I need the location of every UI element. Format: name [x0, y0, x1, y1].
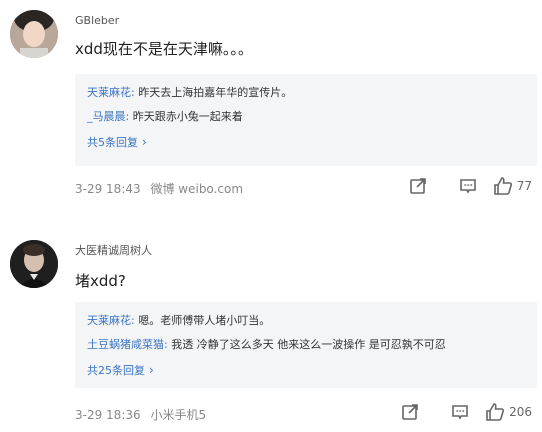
- share-button[interactable]: [385, 400, 435, 424]
- share-button[interactable]: [393, 174, 443, 198]
- comment-text: xdd现在不是在天津嘛。。。: [75, 40, 253, 58]
- comment-actions: 206: [385, 400, 536, 424]
- reply-colon: :: [131, 314, 135, 327]
- like-count: 77: [516, 179, 532, 193]
- comment-meta: 3-29 18:43 微博 weibo.com: [75, 180, 243, 197]
- share-icon: [402, 404, 418, 420]
- like-button[interactable]: 206: [485, 400, 536, 424]
- reply-colon: :: [164, 338, 168, 351]
- more-replies-link[interactable]: 共5条回复 ›: [87, 132, 525, 153]
- comment-actions: 77: [393, 174, 536, 198]
- reply-colon: :: [131, 86, 135, 99]
- more-replies-label: 共25条回复: [87, 364, 145, 377]
- thumbs-up-icon: [493, 177, 512, 195]
- reply-text: 我透 冷静了这么多天 他来这么一波操作 是可忍孰不可忍: [171, 338, 446, 351]
- reply-item: _马晨晨: 昨天跟赤小兔一起来着: [87, 106, 525, 130]
- thumbs-up-icon: [486, 403, 505, 421]
- share-icon: [409, 178, 426, 194]
- comment-text: 堵xdd?: [75, 272, 126, 290]
- comment-icon: [459, 179, 476, 194]
- like-count: 206: [509, 405, 532, 419]
- comment-icon: [452, 405, 468, 420]
- reply-username[interactable]: 土豆蜗猪咸菜猫: [87, 338, 164, 351]
- timestamp: 3-29 18:36: [75, 408, 141, 422]
- reply-item: 天莱麻花: 嗯。老师傅带人堵小叮当。: [87, 310, 525, 334]
- more-replies-label: 共5条回复: [87, 136, 138, 149]
- reply-box: 天莱麻花: 昨天去上海拍嘉年华的宣传片。 _马晨晨: 昨天跟赤小兔一起来着 共5…: [75, 74, 537, 166]
- chevron-right-icon: ›: [149, 363, 154, 377]
- reply-text: 昨天跟赤小兔一起来着: [132, 110, 243, 123]
- username[interactable]: 大医精诚周树人: [75, 242, 152, 258]
- avatar[interactable]: [10, 240, 58, 288]
- reply-username[interactable]: _马晨晨: [87, 110, 126, 123]
- comment-meta: 3-29 18:36 小米手机5: [75, 406, 206, 423]
- reply-box: 天莱麻花: 嗯。老师傅带人堵小叮当。 土豆蜗猪咸菜猫: 我透 冷静了这么多天 他…: [75, 302, 537, 388]
- reply-text: 嗯。老师傅带人堵小叮当。: [138, 314, 271, 327]
- reply-username[interactable]: 天莱麻花: [87, 86, 131, 99]
- source: 小米手机5: [150, 408, 207, 422]
- like-button[interactable]: 77: [493, 174, 536, 198]
- more-replies-link[interactable]: 共25条回复 ›: [87, 360, 525, 381]
- reply-colon: :: [125, 110, 130, 123]
- chevron-right-icon: ›: [142, 135, 147, 149]
- comment-item: 大医精诚周树人 堵xdd? 天莱麻花: 嗯。老师傅带人堵小叮当。 土豆蜗猪咸菜猫…: [0, 228, 542, 432]
- reply-text: 昨天去上海拍嘉年华的宣传片。: [138, 86, 293, 99]
- avatar[interactable]: [10, 10, 58, 58]
- comment-item: GBleber xdd现在不是在天津嘛。。。 天莱麻花: 昨天去上海拍嘉年华的宣…: [0, 0, 542, 215]
- reply-item: 天莱麻花: 昨天去上海拍嘉年华的宣传片。: [87, 82, 525, 106]
- source: 微博 weibo.com: [150, 182, 244, 196]
- timestamp: 3-29 18:43: [75, 182, 141, 196]
- comment-button[interactable]: [443, 174, 493, 198]
- reply-username[interactable]: 天莱麻花: [87, 314, 131, 327]
- reply-item: 土豆蜗猪咸菜猫: 我透 冷静了这么多天 他来这么一波操作 是可忍孰不可忍: [87, 334, 525, 358]
- comment-button[interactable]: [435, 400, 485, 424]
- username[interactable]: GBleber: [75, 14, 119, 27]
- comment-feed: GBleber xdd现在不是在天津嘛。。。 天莱麻花: 昨天去上海拍嘉年华的宣…: [0, 0, 542, 432]
